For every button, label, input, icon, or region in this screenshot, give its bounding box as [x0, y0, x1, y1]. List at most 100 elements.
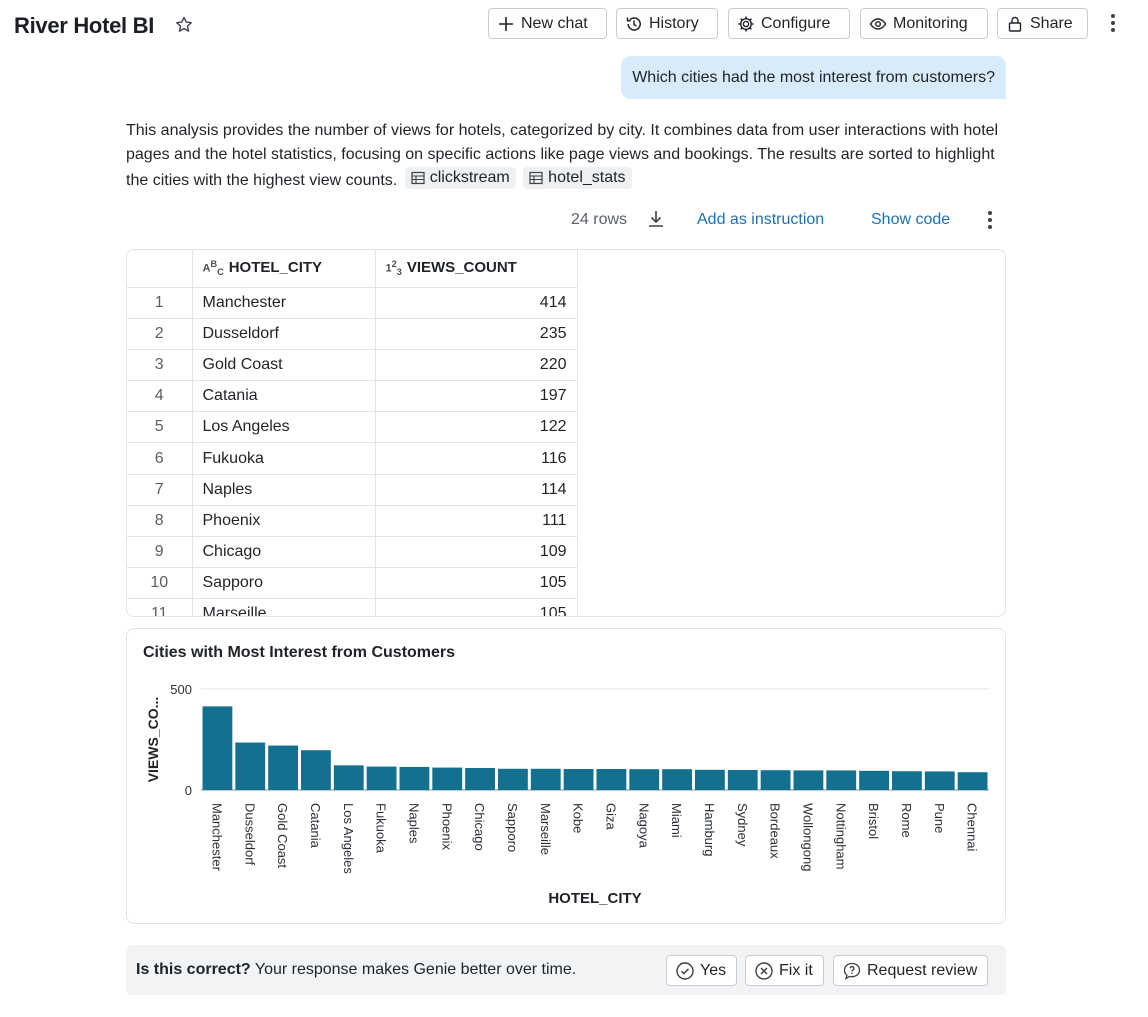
chart-bar: [760, 770, 791, 790]
chart-bar: [530, 768, 561, 790]
analysis-description: This analysis provides the number of vie…: [126, 119, 1006, 193]
yes-button[interactable]: Yes: [666, 955, 738, 986]
more-options-icon[interactable]: [1103, 11, 1123, 35]
bar-chart: 0 500 Manchester Dusseldorf Gold Coast Catani…: [145, 682, 989, 907]
cell-hotel-city: Sapporo: [192, 567, 376, 600]
x-tick-label: Sapporo: [505, 803, 520, 852]
chart-bar: [366, 766, 397, 790]
results-table-card: ABC HOTEL_CITY 123 VIEWS_COUNT 1 Manchester…: [126, 249, 1006, 617]
top-bar: River Hotel BI New chat History Configur…: [0, 0, 1148, 50]
cell-hotel-city: Dusseldorf: [192, 318, 376, 350]
row-index: 2: [127, 318, 193, 350]
x-tick-label: Miami: [669, 803, 684, 838]
column-header-hotel-city[interactable]: ABC HOTEL_CITY: [192, 250, 376, 288]
x-tick-label: Manchester: [209, 803, 224, 872]
row-index: 8: [127, 505, 193, 538]
share-button[interactable]: Share: [997, 8, 1088, 39]
y-axis-title: VIEWS_CO...: [145, 697, 161, 783]
cell-views-count: 105: [375, 567, 578, 600]
configure-label: Configure: [761, 14, 831, 32]
table-row: 8 Phoenix 111: [127, 505, 578, 538]
table-row: 1 Manchester 414: [127, 287, 578, 319]
monitoring-label: Monitoring: [893, 14, 968, 32]
chart-card: Cities with Most Interest from Customers…: [126, 628, 1006, 924]
result-toolbar: 24 rows Add as instruction Show code: [126, 205, 1006, 235]
table-row: 2 Dusseldorf 235: [127, 318, 578, 350]
chart-bar: [333, 765, 364, 790]
chart-bar: [793, 770, 824, 790]
source-table-chip[interactable]: clickstream: [404, 167, 516, 189]
chart-bar: [892, 771, 922, 790]
cell-views-count: 114: [375, 474, 578, 506]
download-icon[interactable]: [646, 209, 666, 229]
row-index: 9: [127, 536, 193, 569]
x-tick-label: Marseille: [538, 803, 553, 855]
request-review-label: Request review: [867, 961, 978, 979]
x-tick-label: Chennai: [965, 803, 980, 852]
x-tick-label: Gold Coast: [275, 803, 290, 868]
request-review-button[interactable]: Request review: [833, 955, 989, 986]
result-more-options-icon[interactable]: [980, 208, 1000, 232]
x-tick-label: Bristol: [866, 803, 881, 839]
history-button[interactable]: History: [616, 8, 718, 39]
index-header: [127, 250, 193, 288]
check-circle-icon: [676, 961, 694, 980]
cell-hotel-city: Manchester: [192, 287, 376, 319]
feedback-question: Is this correct?: [136, 961, 251, 978]
chart-bar: [924, 771, 955, 790]
share-label: Share: [1030, 14, 1073, 32]
row-index: 3: [127, 349, 193, 382]
cell-views-count: 105: [375, 598, 578, 616]
row-index: 5: [127, 411, 193, 444]
gear-icon: [738, 16, 754, 31]
table-icon: [411, 171, 425, 185]
chart-bar: [202, 706, 233, 790]
cell-views-count: 116: [375, 442, 578, 475]
abc-type-icon: ABC: [202, 259, 224, 278]
monitoring-button[interactable]: Monitoring: [860, 8, 988, 39]
cell-hotel-city: Los Angeles: [192, 411, 376, 444]
x-tick-label: Nagoya: [636, 803, 651, 849]
feedback-bar: Is this correct? Your response makes Gen…: [126, 945, 1006, 995]
configure-button[interactable]: Configure: [728, 8, 850, 39]
source-table-chip[interactable]: hotel_stats: [523, 167, 632, 189]
x-tick-label: Rome: [899, 803, 914, 838]
results-table: ABC HOTEL_CITY 123 VIEWS_COUNT 1 Manchester…: [127, 250, 578, 616]
x-circle-icon: [755, 961, 773, 980]
chart-bar: [859, 770, 889, 790]
star-icon[interactable]: [174, 15, 194, 35]
table-row: 3 Gold Coast 220: [127, 349, 578, 382]
feedback-text: Is this correct? Your response makes Gen…: [136, 961, 576, 979]
new-chat-label: New chat: [521, 14, 588, 32]
user-message-bubble: Which cities had the most interest from …: [621, 56, 1006, 99]
new-chat-button[interactable]: New chat: [488, 8, 607, 39]
cell-hotel-city: Gold Coast: [192, 349, 376, 382]
number-type-icon: 123: [385, 259, 402, 278]
eye-icon: [869, 17, 887, 30]
x-tick-label: Dusseldorf: [242, 803, 257, 866]
table-row: 6 Fukuoka 116: [127, 442, 578, 475]
table-icon: [529, 171, 543, 185]
column-header-views-count[interactable]: 123 VIEWS_COUNT: [375, 250, 578, 288]
chart-bar: [596, 768, 627, 790]
cell-hotel-city: Catania: [192, 380, 376, 413]
show-code-button[interactable]: Show code: [871, 211, 950, 229]
add-as-instruction-button[interactable]: Add as instruction: [697, 211, 824, 229]
x-tick-label: Catania: [308, 803, 323, 849]
row-count: 24 rows: [571, 211, 628, 228]
cell-hotel-city: Marseille: [192, 598, 376, 616]
cell-hotel-city: Fukuoka: [192, 442, 376, 475]
chart-bar: [399, 766, 430, 790]
cell-hotel-city: Chicago: [192, 536, 376, 569]
x-tick-label: Bordeaux: [768, 803, 783, 859]
chart-bar: [826, 770, 857, 790]
chart-bar: [498, 768, 528, 790]
table-row: 5 Los Angeles 122: [127, 411, 578, 444]
fix-it-button[interactable]: Fix it: [745, 955, 824, 986]
row-index: 7: [127, 474, 193, 506]
page-title: River Hotel BI: [14, 13, 155, 38]
x-axis-title: HOTEL_CITY: [548, 890, 641, 907]
x-tick-label: Wollongong: [800, 803, 815, 871]
chart-bar: [727, 770, 758, 790]
chart-bar: [268, 745, 298, 790]
